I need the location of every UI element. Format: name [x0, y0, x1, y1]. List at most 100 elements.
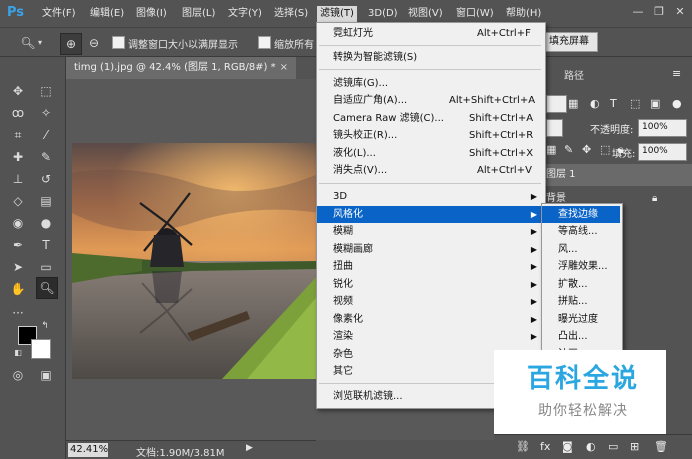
menu-item-lens-correction[interactable]: 镜头校正(R)... Shift+Ctrl+R: [317, 127, 543, 144]
minimize-icon[interactable]: —: [630, 5, 646, 19]
type-filter-icon[interactable]: T: [610, 97, 617, 110]
adjustment-filter-icon[interactable]: ◐: [590, 97, 600, 110]
menu-item-blur-gallery[interactable]: 模糊画廊 ▶: [317, 241, 543, 258]
link-layers-icon[interactable]: ⛓: [516, 440, 530, 453]
blur-tool-icon[interactable]: ◉: [8, 213, 28, 233]
menu-image[interactable]: 图像(I): [136, 6, 167, 22]
tab-paths[interactable]: 路径: [564, 67, 584, 82]
more-tools-icon[interactable]: ···: [8, 303, 28, 323]
menu-item-sharpen[interactable]: 锐化 ▶: [317, 276, 543, 293]
submenu-item-find-edges[interactable]: 查找边缘: [542, 206, 620, 223]
lock-pixels-icon[interactable]: ▦: [546, 143, 556, 156]
lasso-tool-icon[interactable]: ꝏ: [8, 103, 28, 123]
menu-item-liquify[interactable]: 液化(L)... Shift+Ctrl+X: [317, 145, 543, 162]
fill-input[interactable]: 100%: [638, 143, 687, 161]
magic-wand-icon[interactable]: ✧: [36, 103, 56, 123]
lock-paint-icon[interactable]: ✎: [564, 143, 573, 156]
close-window-icon[interactable]: ✕: [672, 5, 688, 19]
close-tab-icon[interactable]: ×: [280, 57, 288, 79]
marquee-tool-icon[interactable]: ⬚: [36, 81, 56, 101]
menu-file[interactable]: 文件(F): [42, 6, 76, 22]
dodge-tool-icon[interactable]: ●: [36, 213, 56, 233]
restore-icon[interactable]: ❐: [651, 5, 667, 19]
menu-help[interactable]: 帮助(H): [506, 6, 541, 22]
submenu-item-tiles[interactable]: 拼贴...: [542, 293, 620, 310]
lock-artboard-icon[interactable]: ⬚: [600, 143, 610, 156]
menu-layer[interactable]: 图层(L): [182, 6, 215, 22]
screen-mode-icon[interactable]: ▣: [36, 365, 56, 385]
swap-colors-icon[interactable]: ↰: [38, 319, 52, 333]
zoom-in-icon[interactable]: ⊕: [60, 33, 82, 55]
quick-mask-icon[interactable]: ◎: [8, 365, 28, 385]
delete-layer-icon[interactable]: 🗑︎: [654, 440, 668, 453]
submenu-item-diffuse[interactable]: 扩散...: [542, 276, 620, 293]
submenu-item-solarize[interactable]: 曝光过度: [542, 311, 620, 328]
image-filter-icon[interactable]: ▦: [568, 97, 578, 110]
menu-view[interactable]: 视图(V): [408, 6, 443, 22]
panel-menu-icon[interactable]: ≡: [672, 67, 681, 80]
menu-item-convert-smart-filter[interactable]: 转换为智能滤镜(S): [317, 49, 543, 66]
fill-screen-button[interactable]: 填充屏幕: [540, 32, 598, 52]
move-tool-icon[interactable]: ✥: [8, 81, 28, 101]
type-tool-icon[interactable]: T: [36, 235, 56, 255]
menu-item-adaptive-wide-angle[interactable]: 自适应广角(A)... Alt+Shift+Ctrl+A: [317, 92, 543, 109]
submenu-item-wind[interactable]: 风...: [542, 241, 620, 258]
new-layer-icon[interactable]: ⊞: [630, 440, 639, 453]
default-colors-icon[interactable]: ◧: [12, 347, 24, 359]
path-select-icon[interactable]: ➤: [8, 257, 28, 277]
add-mask-icon[interactable]: ◙: [562, 440, 573, 453]
rectangle-tool-icon[interactable]: ▭: [36, 257, 56, 277]
new-group-icon[interactable]: ▭: [608, 440, 618, 453]
zoom-level[interactable]: 42.41%: [68, 443, 108, 457]
zoom-all-checkbox[interactable]: [258, 36, 271, 49]
healing-brush-icon[interactable]: ✚: [8, 147, 28, 167]
zoom-tool-preset-icon[interactable]: 🔍︎: [18, 33, 38, 53]
zoom-out-icon[interactable]: ⊖: [84, 33, 104, 53]
submenu-item-trace-contour[interactable]: 等高线...: [542, 223, 620, 240]
menu-filter[interactable]: 滤镜(T): [317, 6, 357, 22]
menu-item-camera-raw[interactable]: Camera Raw 滤镜(C)... Shift+Ctrl+A: [317, 110, 543, 127]
opacity-input[interactable]: 100%: [638, 119, 687, 137]
menu-window[interactable]: 窗口(W): [456, 6, 494, 22]
chevron-down-icon[interactable]: ▾: [36, 33, 44, 53]
filter-kind-dropdown[interactable]: [546, 95, 567, 113]
filter-toggle-icon[interactable]: ●: [672, 97, 682, 110]
menu-edit[interactable]: 编辑(E): [90, 6, 124, 22]
status-arrow-icon[interactable]: ▶: [246, 443, 253, 453]
blend-mode-dropdown[interactable]: [546, 119, 563, 137]
menu-3d[interactable]: 3D(D): [368, 6, 398, 22]
menu-select[interactable]: 选择(S): [274, 6, 308, 22]
menu-item-vanishing-point[interactable]: 消失点(V)... Alt+Ctrl+V: [317, 162, 543, 179]
hand-tool-icon[interactable]: ✋: [8, 279, 28, 299]
menu-item-filter-gallery[interactable]: 滤镜库(G)...: [317, 75, 543, 92]
history-brush-icon[interactable]: ↺: [36, 169, 56, 189]
menu-item-render[interactable]: 渲染 ▶: [317, 328, 543, 345]
menu-item-neon-glow[interactable]: 霓虹灯光 Alt+Ctrl+F: [317, 25, 543, 42]
menu-item-distort[interactable]: 扭曲 ▶: [317, 258, 543, 275]
document-tab[interactable]: timg (1).jpg @ 42.4% (图层 1, RGB/8#) * ×: [66, 57, 296, 79]
zoom-tool-icon[interactable]: 🔍︎: [36, 277, 58, 299]
layer-row-1[interactable]: 图层 1: [544, 164, 692, 186]
pen-tool-icon[interactable]: ✒: [8, 235, 28, 255]
brush-tool-icon[interactable]: ✎: [36, 147, 56, 167]
submenu-item-extrude[interactable]: 凸出...: [542, 328, 620, 345]
submenu-item-emboss[interactable]: 浮雕效果...: [542, 258, 620, 275]
smart-object-filter-icon[interactable]: ▣: [650, 97, 660, 110]
menu-type[interactable]: 文字(Y): [228, 6, 262, 22]
gradient-icon[interactable]: ▤: [36, 191, 56, 211]
resize-windows-checkbox[interactable]: [112, 36, 125, 49]
clone-stamp-icon[interactable]: ⊥: [8, 169, 28, 189]
menu-item-blur[interactable]: 模糊 ▶: [317, 223, 543, 240]
menu-item-3d[interactable]: 3D ▶: [317, 188, 543, 205]
eraser-icon[interactable]: ◇: [8, 191, 28, 211]
eyedropper-icon[interactable]: ⁄: [36, 125, 56, 145]
menu-item-stylize[interactable]: 风格化 ▶: [317, 206, 543, 223]
menu-item-pixelate[interactable]: 像素化 ▶: [317, 311, 543, 328]
lock-position-icon[interactable]: ✥: [582, 143, 591, 156]
shape-filter-icon[interactable]: ⬚: [630, 97, 640, 110]
background-color-swatch[interactable]: [31, 339, 51, 359]
crop-tool-icon[interactable]: ⌗: [8, 125, 28, 145]
adjustment-layer-icon[interactable]: ◐: [586, 440, 596, 453]
fx-icon[interactable]: fx: [540, 440, 550, 453]
menu-item-video[interactable]: 视频 ▶: [317, 293, 543, 310]
